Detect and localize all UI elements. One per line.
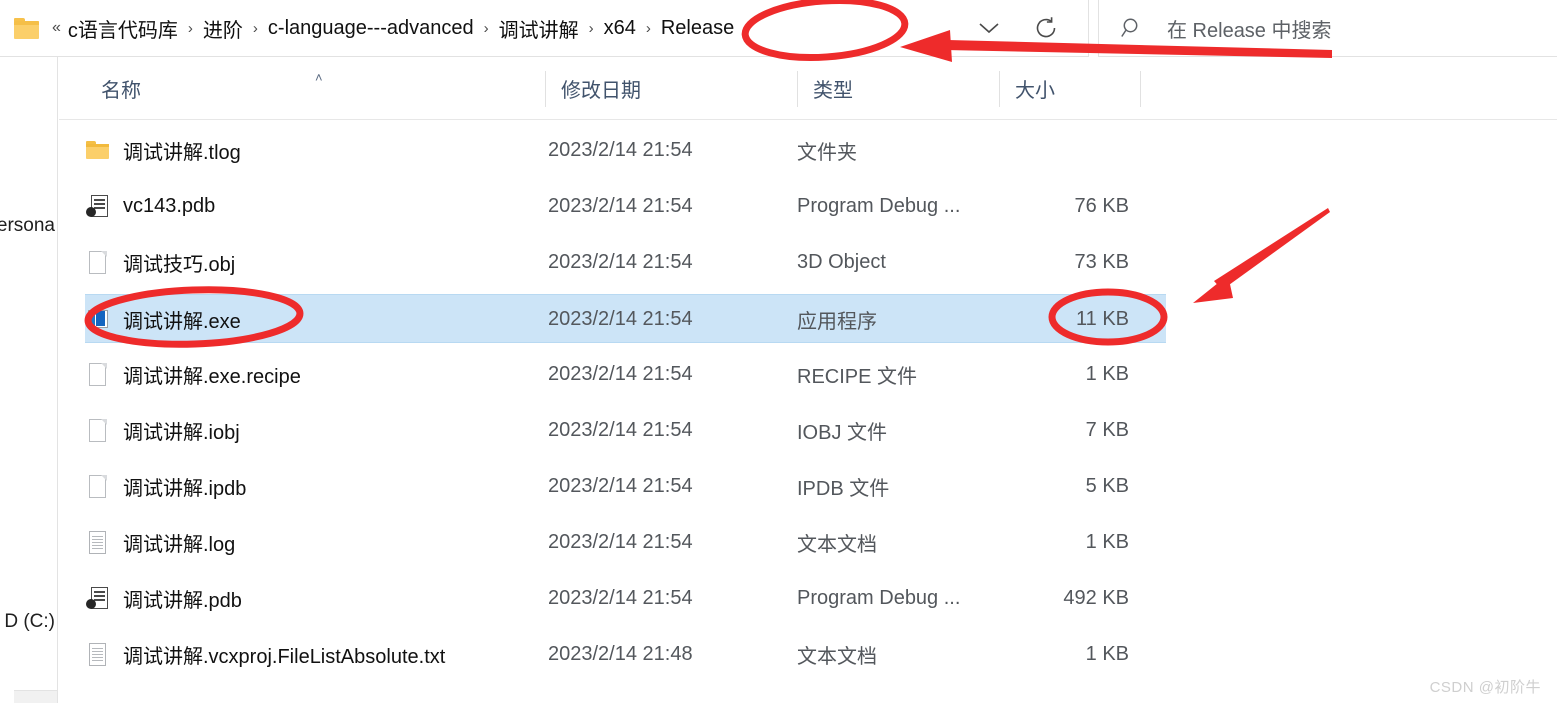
navigation-pane-horizontal-scrollbar[interactable]: [14, 690, 57, 703]
address-dropdown-button[interactable]: [960, 10, 1018, 46]
file-name-cell[interactable]: 调试讲解.exe.recipe: [85, 350, 301, 399]
file-date-cell: 2023/2/14 21:54: [548, 419, 693, 441]
file-name-cell[interactable]: 调试讲解.tlog: [85, 126, 241, 175]
file-name-cell[interactable]: 调试讲解.ipdb: [85, 462, 246, 511]
breadcrumb-separator-3[interactable]: ›: [582, 21, 601, 36]
file-size-exe: 11 KB: [1076, 308, 1129, 330]
file-type-cell: Program Debug ...: [797, 587, 961, 609]
file-type-cell: 文本文档: [797, 534, 877, 556]
chevron-down-icon: [979, 23, 999, 34]
file-name-cell[interactable]: vc143.pdb: [85, 182, 215, 231]
file-date-cell: 2023/2/14 21:48: [548, 643, 693, 665]
file-type-cell: 文本文档: [797, 646, 877, 668]
table-row[interactable]: 调试讲解.pdb 2023/2/14 21:54 Program Debug .…: [85, 574, 1166, 623]
file-type-cell: RECIPE 文件: [797, 366, 918, 388]
column-header-size[interactable]: 大小: [999, 57, 1139, 119]
table-row[interactable]: 调试讲解.iobj 2023/2/14 21:54 IOBJ 文件 7 KB: [85, 406, 1166, 455]
file-name-exe: 调试讲解.exe: [123, 311, 241, 333]
folder-icon: [85, 138, 111, 164]
file-list-pane[interactable]: 名称 ˄ 修改日期 类型 大小 调试讲解.tlog 2023/2/14 21:5…: [59, 57, 1557, 703]
table-row[interactable]: 调试讲解.tlog 2023/2/14 21:54 文件夹: [85, 126, 1166, 175]
table-row[interactable]: 调试讲解.vcxproj.FileListAbsolute.txt 2023/2…: [85, 630, 1166, 679]
file-name-cell[interactable]: 调试讲解.vcxproj.FileListAbsolute.txt: [85, 630, 445, 679]
file-size-cell: [974, 126, 1129, 175]
breadcrumb-separator-0[interactable]: ›: [181, 21, 200, 36]
file-size-cell: 492 KB: [1063, 587, 1129, 609]
search-icon: [1119, 15, 1145, 41]
generic-file-icon: [85, 250, 111, 276]
file-date-cell: 2023/2/14 21:54: [548, 363, 693, 385]
table-row[interactable]: 调试讲解.exe.recipe 2023/2/14 21:54 RECIPE 文…: [85, 350, 1166, 399]
table-row[interactable]: 调试讲解.log 2023/2/14 21:54 文本文档 1 KB: [85, 518, 1166, 567]
program-debug-database-icon: [85, 586, 111, 612]
table-row[interactable]: 调试技巧.obj 2023/2/14 21:54 3D Object 73 KB: [85, 238, 1166, 287]
nav-item-personal[interactable]: ersona: [0, 215, 55, 237]
file-name-cell[interactable]: 调试讲解.pdb: [85, 574, 242, 623]
breadcrumb-item-1[interactable]: 进阶: [200, 12, 246, 45]
file-date-cell: 2023/2/14 21:54: [548, 587, 693, 609]
breadcrumb-item-4[interactable]: x64: [601, 15, 639, 42]
file-size-cell: 1 KB: [1085, 531, 1129, 553]
file-date-cell: 2023/2/14 21:54: [548, 251, 693, 273]
generic-file-icon: [85, 362, 111, 388]
table-row-selected[interactable]: 调试讲解.exe 2023/2/14 21:54 应用程序 11 KB: [85, 294, 1166, 343]
breadcrumb-leading-separator: «: [52, 19, 61, 36]
file-date-cell: 2023/2/14 21:54: [548, 139, 693, 161]
file-date-cell: 2023/2/14 21:54: [548, 475, 693, 497]
file-type-cell: 应用程序: [797, 311, 877, 333]
breadcrumb-separator-2[interactable]: ›: [477, 21, 496, 36]
file-type-cell: IOBJ 文件: [797, 422, 888, 444]
address-bar[interactable]: « c语言代码库 › 进阶 › c-language---advanced › …: [0, 0, 1089, 57]
breadcrumb-item-2[interactable]: c-language---advanced: [265, 15, 477, 42]
file-date-cell: 2023/2/14 21:54: [548, 308, 693, 330]
sort-ascending-caret-icon: ˄: [315, 70, 323, 85]
program-debug-database-icon: [85, 194, 111, 220]
file-type-cell: 文件夹: [797, 142, 857, 164]
breadcrumb-separator-4[interactable]: ›: [639, 21, 658, 36]
column-header-date-modified[interactable]: 修改日期: [545, 57, 797, 119]
file-name-cell[interactable]: 调试讲解.log: [85, 518, 235, 567]
breadcrumb-item-0[interactable]: c语言代码库: [65, 12, 181, 45]
table-row[interactable]: vc143.pdb 2023/2/14 21:54 Program Debug …: [85, 182, 1166, 231]
breadcrumb-separator-1[interactable]: ›: [246, 21, 265, 36]
breadcrumb-item-release[interactable]: Release: [658, 15, 737, 42]
table-row[interactable]: 调试讲解.ipdb 2023/2/14 21:54 IPDB 文件 5 KB: [85, 462, 1166, 511]
file-name-cell[interactable]: 调试技巧.obj: [85, 238, 235, 287]
file-date-cell: 2023/2/14 21:54: [548, 531, 693, 553]
file-type-cell: 3D Object: [797, 251, 886, 273]
generic-file-icon: [85, 474, 111, 500]
generic-file-icon: [85, 418, 111, 444]
file-size-cell: 1 KB: [1085, 643, 1129, 665]
file-size-cell: 1 KB: [1085, 363, 1129, 385]
file-name-cell[interactable]: 调试讲解.iobj: [85, 406, 240, 455]
file-size-cell: 7 KB: [1085, 419, 1129, 441]
navigation-pane[interactable]: ersona D (C:): [0, 57, 58, 703]
file-size-cell: 73 KB: [1074, 251, 1129, 273]
breadcrumb[interactable]: « c语言代码库 › 进阶 › c-language---advanced › …: [52, 12, 737, 45]
file-size-cell: 5 KB: [1085, 475, 1129, 497]
file-size-cell: 76 KB: [1074, 195, 1129, 217]
text-document-icon: [85, 530, 111, 556]
file-list-header: 名称 ˄ 修改日期 类型 大小: [59, 57, 1557, 120]
application-exe-icon: [85, 307, 111, 333]
refresh-button[interactable]: [1022, 8, 1070, 48]
search-input[interactable]: 在 Release 中搜索: [1167, 14, 1332, 43]
folder-icon: [14, 17, 40, 39]
file-type-cell: Program Debug ...: [797, 195, 961, 217]
file-date-cell: 2023/2/14 21:54: [548, 195, 693, 217]
search-box[interactable]: 在 Release 中搜索: [1098, 0, 1557, 57]
column-header-name[interactable]: 名称: [85, 57, 545, 119]
watermark: CSDN @初阶牛: [1429, 679, 1541, 696]
file-type-cell: IPDB 文件: [797, 478, 890, 500]
file-name-cell[interactable]: 调试讲解.exe: [85, 295, 241, 344]
refresh-icon: [1036, 17, 1056, 38]
text-document-icon: [85, 642, 111, 668]
column-header-type[interactable]: 类型: [797, 57, 999, 119]
breadcrumb-item-3[interactable]: 调试讲解: [496, 12, 582, 45]
nav-item-local-disk-c[interactable]: D (C:): [4, 611, 55, 633]
